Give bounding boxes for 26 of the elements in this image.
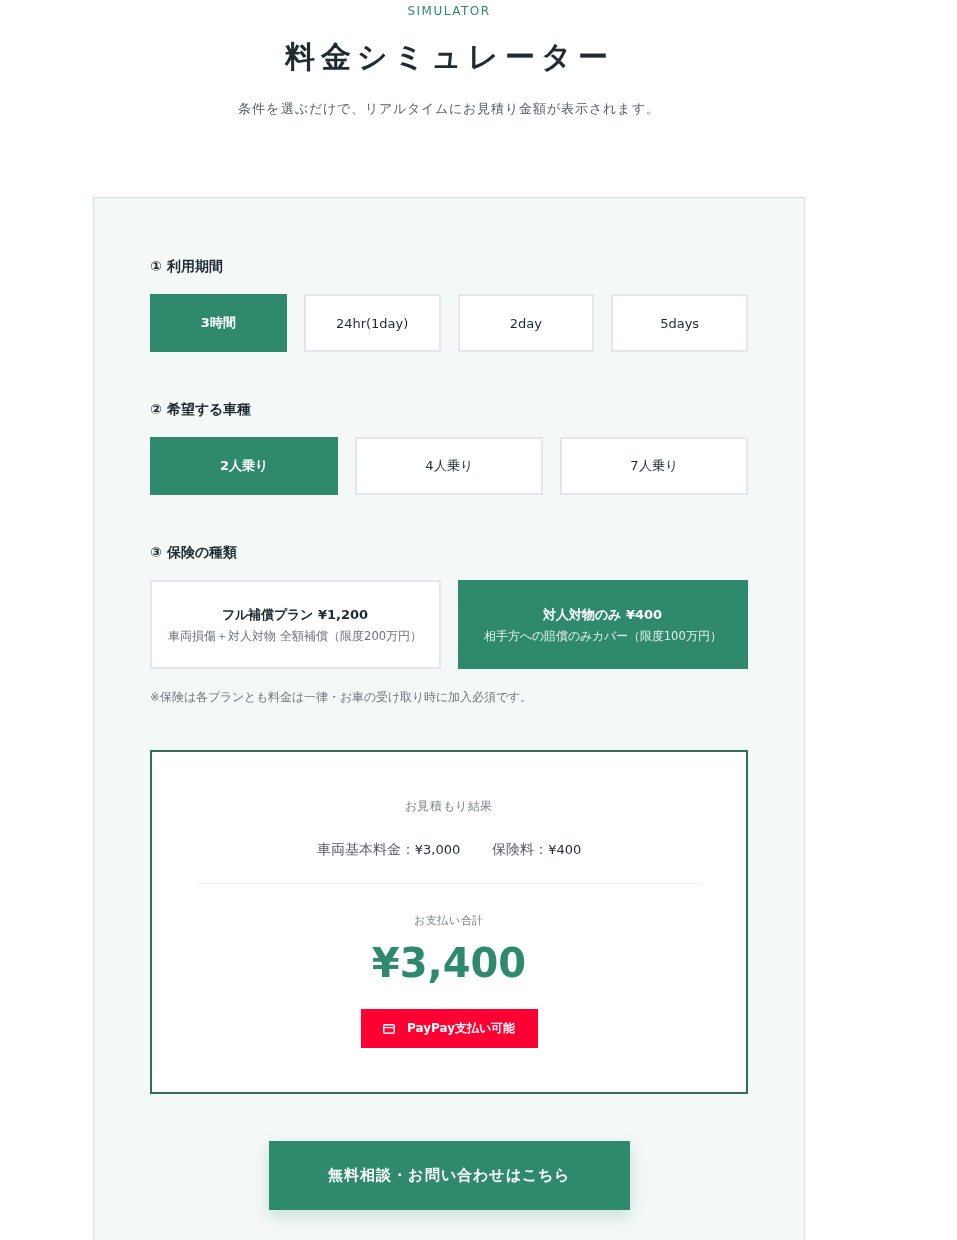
page-title: 料金シミュレーター <box>283 39 615 75</box>
result-heading: お見積もり結果 <box>403 798 495 815</box>
contact-button[interactable]: 無料相談・お問い合わせはこちら <box>268 1141 630 1210</box>
section-label: ① 利用期間 <box>150 257 224 276</box>
option-button[interactable]: 4人乗り <box>355 437 543 495</box>
fee-value: ¥400 <box>548 842 582 857</box>
payment-text: PayPay支払い可能 <box>406 1020 515 1037</box>
option-button[interactable]: 3時間 <box>150 294 287 352</box>
total-label: お支払い合計 <box>413 913 485 929</box>
insurance-note: ※保険は各プランとも料金は一律・お車の受け取り時に加入必須です。 <box>150 689 533 706</box>
lead-text: 条件を選ぶだけで、リアルタイムにお見積り金額が表示されます。 <box>237 100 661 118</box>
insurance-plan-option[interactable]: フル補償プラン ¥1,200 車両損傷＋対人対物 全額補償（限度200万円） <box>150 580 441 669</box>
fee-label: 保険料： <box>492 841 549 857</box>
option-button[interactable]: 2人乗り <box>150 437 338 495</box>
fee-value: ¥3,000 <box>414 842 461 857</box>
total-amount: ¥3,400 <box>370 939 528 988</box>
card-icon <box>382 1023 395 1034</box>
section-label: ② 希望する車種 <box>150 400 252 419</box>
option-button[interactable]: 2day <box>457 294 595 352</box>
fee-label: 車両基本料金： <box>316 841 415 857</box>
section-label: ③ 保険の種類 <box>150 543 238 562</box>
eyebrow-label: SIMULATOR <box>407 5 491 17</box>
option-button[interactable]: 7人乗り <box>560 437 748 495</box>
option-button[interactable]: 24hr(1day) <box>303 294 441 352</box>
insurance-plan-option[interactable]: 対人対物のみ ¥400 相手方への賠償のみカバー（限度100万円） <box>457 580 748 669</box>
option-button[interactable]: 5days <box>611 294 748 352</box>
